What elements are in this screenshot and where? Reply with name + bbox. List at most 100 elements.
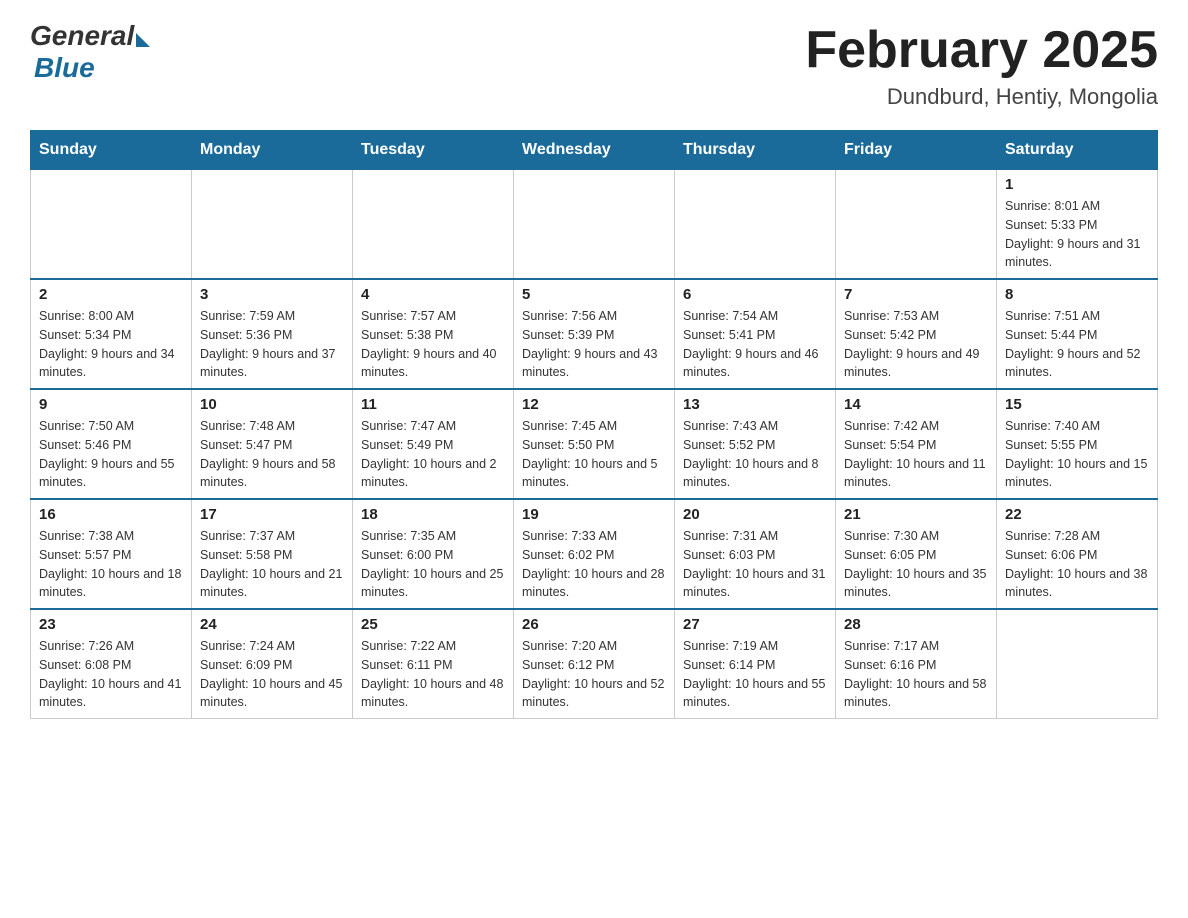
calendar-day-cell: 5 Sunrise: 7:56 AM Sunset: 5:39 PM Daylig… xyxy=(514,279,675,389)
day-number: 23 xyxy=(39,616,183,633)
day-number: 6 xyxy=(683,286,827,303)
calendar-day-cell: 18 Sunrise: 7:35 AM Sunset: 6:00 PM Dayli… xyxy=(353,499,514,609)
day-info: Sunrise: 7:56 AM Sunset: 5:39 PM Dayligh… xyxy=(522,307,666,382)
calendar-day-cell: 13 Sunrise: 7:43 AM Sunset: 5:52 PM Dayli… xyxy=(675,389,836,499)
day-number: 21 xyxy=(844,506,988,523)
calendar-table: SundayMondayTuesdayWednesdayThursdayFrid… xyxy=(30,130,1158,719)
day-number: 13 xyxy=(683,396,827,413)
calendar-day-cell: 24 Sunrise: 7:24 AM Sunset: 6:09 PM Dayli… xyxy=(192,609,353,719)
calendar-day-cell: 10 Sunrise: 7:48 AM Sunset: 5:47 PM Dayli… xyxy=(192,389,353,499)
page-header: General Blue February 2025 Dundburd, Hen… xyxy=(30,20,1158,110)
day-info: Sunrise: 7:40 AM Sunset: 5:55 PM Dayligh… xyxy=(1005,417,1149,492)
day-number: 4 xyxy=(361,286,505,303)
day-number: 9 xyxy=(39,396,183,413)
calendar-day-cell: 1 Sunrise: 8:01 AM Sunset: 5:33 PM Daylig… xyxy=(997,170,1158,280)
calendar-day-cell xyxy=(997,609,1158,719)
calendar-day-cell: 8Sunrise: 7:51 AM Sunset: 5:44 PM Daylig… xyxy=(997,279,1158,389)
calendar-day-cell xyxy=(675,170,836,280)
calendar-week-row: 16 Sunrise: 7:38 AM Sunset: 5:57 PM Dayli… xyxy=(31,499,1158,609)
calendar-day-cell: 15 Sunrise: 7:40 AM Sunset: 5:55 PM Dayli… xyxy=(997,389,1158,499)
calendar-header-row: SundayMondayTuesdayWednesdayThursdayFrid… xyxy=(31,131,1158,170)
day-number: 20 xyxy=(683,506,827,523)
calendar-day-cell: 11 Sunrise: 7:47 AM Sunset: 5:49 PM Dayli… xyxy=(353,389,514,499)
calendar-day-cell: 16 Sunrise: 7:38 AM Sunset: 5:57 PM Dayli… xyxy=(31,499,192,609)
day-number: 15 xyxy=(1005,396,1149,413)
day-number: 2 xyxy=(39,286,183,303)
day-number: 26 xyxy=(522,616,666,633)
month-title: February 2025 xyxy=(805,20,1158,80)
day-info: Sunrise: 8:00 AM Sunset: 5:34 PM Dayligh… xyxy=(39,307,183,382)
title-section: February 2025 Dundburd, Hentiy, Mongolia xyxy=(805,20,1158,110)
day-of-week-header: Friday xyxy=(836,131,997,170)
calendar-day-cell: 22Sunrise: 7:28 AM Sunset: 6:06 PM Dayli… xyxy=(997,499,1158,609)
day-info: Sunrise: 7:50 AM Sunset: 5:46 PM Dayligh… xyxy=(39,417,183,492)
calendar-week-row: 2 Sunrise: 8:00 AM Sunset: 5:34 PM Daylig… xyxy=(31,279,1158,389)
day-of-week-header: Wednesday xyxy=(514,131,675,170)
calendar-day-cell: 23Sunrise: 7:26 AM Sunset: 6:08 PM Dayli… xyxy=(31,609,192,719)
calendar-week-row: 1 Sunrise: 8:01 AM Sunset: 5:33 PM Daylig… xyxy=(31,170,1158,280)
calendar-day-cell: 7 Sunrise: 7:53 AM Sunset: 5:42 PM Daylig… xyxy=(836,279,997,389)
day-of-week-header: Tuesday xyxy=(353,131,514,170)
day-number: 8 xyxy=(1005,286,1149,303)
day-info: Sunrise: 7:17 AM Sunset: 6:16 PM Dayligh… xyxy=(844,637,988,712)
day-number: 12 xyxy=(522,396,666,413)
calendar-day-cell: 14 Sunrise: 7:42 AM Sunset: 5:54 PM Dayli… xyxy=(836,389,997,499)
day-number: 16 xyxy=(39,506,183,523)
day-number: 18 xyxy=(361,506,505,523)
day-of-week-header: Thursday xyxy=(675,131,836,170)
day-info: Sunrise: 7:31 AM Sunset: 6:03 PM Dayligh… xyxy=(683,527,827,602)
day-info: Sunrise: 7:54 AM Sunset: 5:41 PM Dayligh… xyxy=(683,307,827,382)
day-info: Sunrise: 7:48 AM Sunset: 5:47 PM Dayligh… xyxy=(200,417,344,492)
calendar-day-cell: 4 Sunrise: 7:57 AM Sunset: 5:38 PM Daylig… xyxy=(353,279,514,389)
day-number: 10 xyxy=(200,396,344,413)
calendar-day-cell: 2 Sunrise: 8:00 AM Sunset: 5:34 PM Daylig… xyxy=(31,279,192,389)
location-text: Dundburd, Hentiy, Mongolia xyxy=(805,84,1158,110)
day-number: 11 xyxy=(361,396,505,413)
day-info: Sunrise: 7:53 AM Sunset: 5:42 PM Dayligh… xyxy=(844,307,988,382)
day-info: Sunrise: 7:22 AM Sunset: 6:11 PM Dayligh… xyxy=(361,637,505,712)
logo: General Blue xyxy=(30,20,150,84)
day-number: 24 xyxy=(200,616,344,633)
day-info: Sunrise: 7:35 AM Sunset: 6:00 PM Dayligh… xyxy=(361,527,505,602)
day-info: Sunrise: 7:42 AM Sunset: 5:54 PM Dayligh… xyxy=(844,417,988,492)
day-info: Sunrise: 7:24 AM Sunset: 6:09 PM Dayligh… xyxy=(200,637,344,712)
logo-blue-text: Blue xyxy=(34,52,95,84)
day-info: Sunrise: 7:57 AM Sunset: 5:38 PM Dayligh… xyxy=(361,307,505,382)
day-number: 5 xyxy=(522,286,666,303)
day-number: 14 xyxy=(844,396,988,413)
day-number: 28 xyxy=(844,616,988,633)
day-info: Sunrise: 7:37 AM Sunset: 5:58 PM Dayligh… xyxy=(200,527,344,602)
calendar-day-cell xyxy=(31,170,192,280)
calendar-day-cell xyxy=(836,170,997,280)
day-info: Sunrise: 7:20 AM Sunset: 6:12 PM Dayligh… xyxy=(522,637,666,712)
day-of-week-header: Monday xyxy=(192,131,353,170)
calendar-day-cell: 20 Sunrise: 7:31 AM Sunset: 6:03 PM Dayli… xyxy=(675,499,836,609)
day-info: Sunrise: 8:01 AM Sunset: 5:33 PM Dayligh… xyxy=(1005,197,1149,272)
day-info: Sunrise: 7:30 AM Sunset: 6:05 PM Dayligh… xyxy=(844,527,988,602)
calendar-day-cell: 21 Sunrise: 7:30 AM Sunset: 6:05 PM Dayli… xyxy=(836,499,997,609)
day-info: Sunrise: 7:45 AM Sunset: 5:50 PM Dayligh… xyxy=(522,417,666,492)
calendar-day-cell: 9 Sunrise: 7:50 AM Sunset: 5:46 PM Daylig… xyxy=(31,389,192,499)
calendar-week-row: 9 Sunrise: 7:50 AM Sunset: 5:46 PM Daylig… xyxy=(31,389,1158,499)
day-number: 25 xyxy=(361,616,505,633)
day-number: 17 xyxy=(200,506,344,523)
day-number: 7 xyxy=(844,286,988,303)
day-number: 27 xyxy=(683,616,827,633)
day-info: Sunrise: 7:43 AM Sunset: 5:52 PM Dayligh… xyxy=(683,417,827,492)
calendar-day-cell: 27 Sunrise: 7:19 AM Sunset: 6:14 PM Dayli… xyxy=(675,609,836,719)
day-number: 1 xyxy=(1005,176,1149,193)
calendar-day-cell: 19 Sunrise: 7:33 AM Sunset: 6:02 PM Dayli… xyxy=(514,499,675,609)
day-number: 19 xyxy=(522,506,666,523)
day-info: Sunrise: 7:59 AM Sunset: 5:36 PM Dayligh… xyxy=(200,307,344,382)
day-info: Sunrise: 7:47 AM Sunset: 5:49 PM Dayligh… xyxy=(361,417,505,492)
calendar-day-cell xyxy=(192,170,353,280)
calendar-day-cell: 17 Sunrise: 7:37 AM Sunset: 5:58 PM Dayli… xyxy=(192,499,353,609)
calendar-week-row: 23Sunrise: 7:26 AM Sunset: 6:08 PM Dayli… xyxy=(31,609,1158,719)
calendar-day-cell xyxy=(514,170,675,280)
day-info: Sunrise: 7:38 AM Sunset: 5:57 PM Dayligh… xyxy=(39,527,183,602)
logo-arrow-icon xyxy=(136,33,150,47)
day-info: Sunrise: 7:33 AM Sunset: 6:02 PM Dayligh… xyxy=(522,527,666,602)
calendar-day-cell: 3Sunrise: 7:59 AM Sunset: 5:36 PM Daylig… xyxy=(192,279,353,389)
day-info: Sunrise: 7:19 AM Sunset: 6:14 PM Dayligh… xyxy=(683,637,827,712)
calendar-day-cell xyxy=(353,170,514,280)
